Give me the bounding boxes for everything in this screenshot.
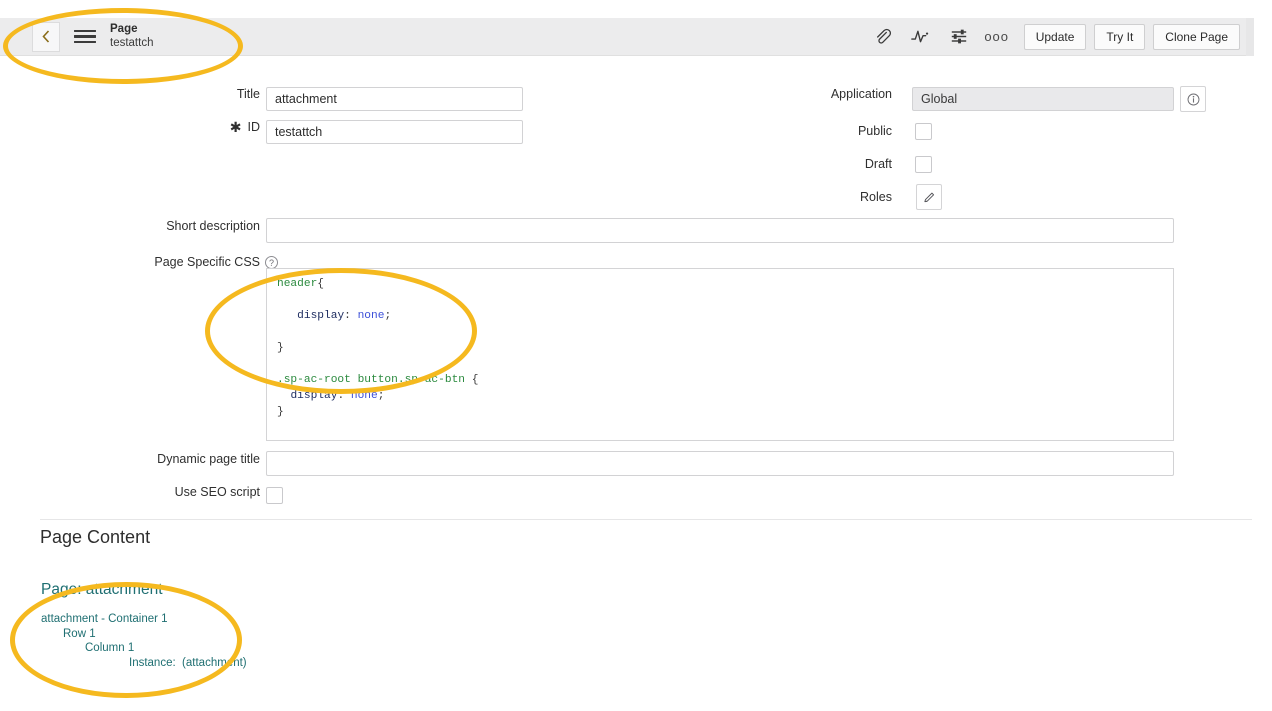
css-selector: .sp-ac-root [277, 374, 351, 386]
dynamic-page-title-input[interactable] [266, 451, 1174, 476]
dynamic-page-title-label: Dynamic page title [157, 452, 260, 466]
hamburger-bar [74, 35, 96, 38]
id-input[interactable] [266, 120, 523, 144]
header-right-edge [1254, 18, 1272, 56]
short-description-label-wrap: Short description [110, 219, 260, 233]
css-value: none [350, 390, 378, 402]
page-specific-css-label: Page Specific CSS [154, 255, 260, 269]
hamburger-menu-icon[interactable] [74, 26, 96, 48]
title-input[interactable] [266, 87, 523, 111]
application-input[interactable] [912, 87, 1174, 111]
css-selector: header [277, 278, 318, 290]
css-property: display [290, 390, 338, 402]
header-right-filler [1246, 18, 1254, 56]
roles-edit-button[interactable] [916, 184, 942, 210]
hamburger-bar [74, 29, 96, 33]
clone-page-button[interactable]: Clone Page [1153, 23, 1240, 50]
css-value: none [357, 310, 385, 322]
required-asterisk-icon: ✱ [229, 119, 242, 135]
tree-node[interactable]: attachment - Container 1 [41, 612, 247, 627]
public-label-wrap: Public [790, 124, 892, 138]
title-label-wrap: Title [150, 87, 260, 101]
dynamic-page-title-label-wrap: Dynamic page title [110, 452, 260, 466]
use-seo-script-checkbox[interactable] [266, 487, 283, 504]
tree-node[interactable]: Row 1 [41, 627, 247, 642]
sliders-icon[interactable] [944, 24, 974, 50]
update-button[interactable]: Update [1023, 23, 1087, 50]
css-brace: { [317, 278, 325, 290]
tree-node[interactable]: Instance: (attachment) [41, 656, 247, 671]
code-line: display: none; [277, 308, 1163, 324]
code-line: } [277, 340, 1163, 356]
application-label-wrap: Application [790, 87, 892, 101]
css-brace: } [277, 406, 284, 418]
chevron-left-icon [42, 30, 50, 43]
paperclip-icon[interactable] [868, 24, 898, 50]
css-selector: button.sp-ac-btn [357, 374, 465, 386]
roles-label-wrap: Roles [790, 190, 892, 204]
page-tree-heading[interactable]: Page: attachment [41, 581, 163, 599]
application-label: Application [830, 87, 892, 101]
id-label-wrap: ✱ ID [150, 120, 260, 134]
code-line: header{ [277, 276, 1163, 292]
more-options-icon[interactable]: ooo [982, 24, 1012, 50]
top-header-bar: Page testattch ooo Update Try It Clone P… [0, 18, 1254, 56]
css-brace: } [277, 342, 284, 354]
title-label: Title [236, 87, 260, 101]
header-record-type: Page [110, 22, 138, 35]
info-icon [1187, 93, 1199, 105]
app-root: Page testattch ooo Update Try It Clone P… [0, 0, 1272, 711]
short-description-label: Short description [166, 219, 260, 233]
css-colon: : [337, 390, 345, 402]
css-colon: : [344, 310, 351, 322]
css-brace: { [471, 374, 479, 386]
tree-node[interactable]: Column 1 [41, 641, 247, 656]
code-line: } [277, 404, 1163, 420]
page-content-divider [40, 519, 1252, 520]
page-specific-css-editor[interactable]: header{ display: none;} .sp-ac-root butto… [266, 268, 1174, 441]
use-seo-script-label: Use SEO script [174, 485, 260, 499]
back-button[interactable] [32, 21, 60, 52]
page-content-tree: attachment - Container 1 Row 1 Column 1 … [41, 612, 247, 670]
short-description-input[interactable] [266, 218, 1174, 243]
public-label: Public [857, 124, 892, 138]
roles-label: Roles [860, 190, 892, 204]
public-checkbox[interactable] [915, 123, 932, 140]
css-semicolon: ; [384, 310, 392, 322]
id-label: ID [247, 120, 261, 134]
draft-label-wrap: Draft [790, 157, 892, 171]
pencil-icon [923, 192, 934, 202]
use-seo-script-label-wrap: Use SEO script [110, 485, 260, 499]
application-info-button[interactable] [1180, 86, 1206, 112]
draft-label: Draft [864, 157, 892, 171]
css-semicolon: ; [377, 390, 385, 402]
header-record-name: testattch [110, 36, 154, 49]
page-specific-css-label-wrap: Page Specific CSS [110, 255, 260, 269]
header-actions: ooo Update Try It Clone Page [864, 23, 1254, 50]
code-line: .sp-ac-root button.sp-ac-btn { [277, 372, 1163, 388]
activity-wave-icon[interactable] [906, 24, 936, 50]
hamburger-bar [74, 40, 96, 44]
css-property: display [297, 310, 345, 322]
code-line: display: none; [277, 388, 1163, 404]
try-it-button[interactable]: Try It [1094, 23, 1146, 50]
css-code-content: header{ display: none;} .sp-ac-root butto… [267, 269, 1173, 427]
draft-checkbox[interactable] [915, 156, 932, 173]
header-title-block: Page testattch [110, 23, 153, 50]
page-content-heading: Page Content [40, 527, 151, 547]
